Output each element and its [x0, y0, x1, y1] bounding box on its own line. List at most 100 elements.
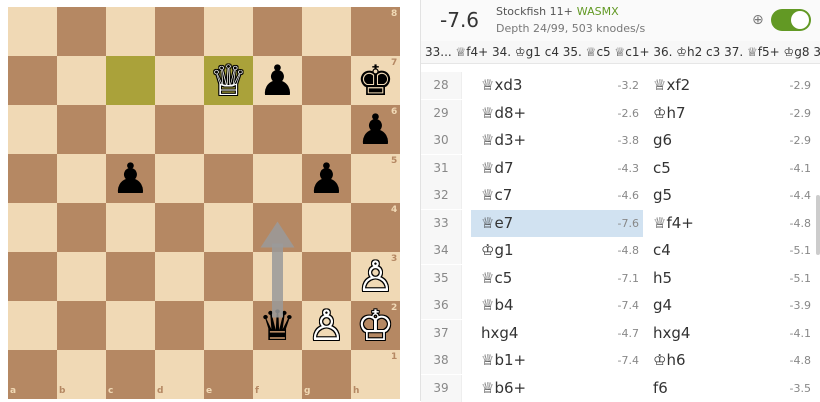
white-move[interactable]: ♕b6+: [471, 375, 643, 402]
black-move[interactable]: ♔h7 -2.9: [643, 100, 815, 127]
move-row: 28 ♕xd3 -3.2 ♕xf2 -2.9: [421, 72, 820, 99]
white-pawn-icon[interactable]: ♙: [351, 252, 400, 301]
white-move[interactable]: ♕e7 -7.6: [471, 209, 643, 237]
square-e8[interactable]: [204, 7, 253, 56]
white-queen-icon[interactable]: ♕: [204, 56, 253, 105]
square-c4[interactable]: [106, 203, 155, 252]
move-number: 34: [421, 237, 462, 264]
move-san: ♕b4: [481, 296, 514, 314]
black-pawn-icon[interactable]: ♟: [302, 154, 351, 203]
square-d4[interactable]: [155, 203, 204, 252]
target-icon[interactable]: ⊕: [752, 12, 764, 28]
black-move[interactable]: c4 -5.1: [643, 237, 815, 264]
black-move[interactable]: g6 -2.9: [643, 127, 815, 154]
square-d6[interactable]: [155, 105, 204, 154]
toggle-knob: [791, 11, 809, 29]
move-eval: -4.8: [789, 354, 811, 367]
white-king-icon[interactable]: ♔: [351, 301, 400, 350]
black-queen-icon[interactable]: ♛: [253, 301, 302, 350]
square-e3[interactable]: [204, 252, 253, 301]
square-a4[interactable]: [8, 203, 57, 252]
black-move[interactable]: hxg4 -4.1: [643, 320, 815, 347]
white-move[interactable]: ♔g1 -4.8: [471, 237, 643, 264]
square-b6[interactable]: [57, 105, 106, 154]
black-move[interactable]: f6 -3.5: [643, 375, 815, 402]
square-a6[interactable]: [8, 105, 57, 154]
black-pawn-icon[interactable]: ♟: [351, 105, 400, 154]
white-pawn-icon[interactable]: ♙: [302, 301, 351, 350]
square-d2[interactable]: [155, 301, 204, 350]
square-b3[interactable]: [57, 252, 106, 301]
square-f1[interactable]: [253, 350, 302, 399]
square-d7[interactable]: [155, 56, 204, 105]
square-b2[interactable]: [57, 301, 106, 350]
square-c7[interactable]: [106, 56, 155, 105]
move-eval: -5.1: [789, 244, 811, 257]
move-row: 33 ♕e7 -7.6 ♕f4+ -4.8: [421, 209, 820, 237]
square-g6[interactable]: [302, 105, 351, 154]
square-g8[interactable]: [302, 7, 351, 56]
square-f8[interactable]: [253, 7, 302, 56]
square-c2[interactable]: [106, 301, 155, 350]
white-move[interactable]: ♕d8+ -2.6: [471, 100, 643, 127]
square-e6[interactable]: [204, 105, 253, 154]
square-b4[interactable]: [57, 203, 106, 252]
white-move[interactable]: ♕c5 -7.1: [471, 265, 643, 292]
square-f5[interactable]: [253, 154, 302, 203]
square-f6[interactable]: [253, 105, 302, 154]
square-c1[interactable]: [106, 350, 155, 399]
square-b8[interactable]: [57, 7, 106, 56]
move-san: hxg4: [653, 323, 691, 342]
square-c8[interactable]: [106, 7, 155, 56]
white-move[interactable]: ♕xd3 -3.2: [471, 72, 643, 99]
white-move[interactable]: ♕b4 -7.4: [471, 292, 643, 319]
white-move[interactable]: hxg4 -4.7: [471, 320, 643, 347]
move-number: 37: [421, 319, 462, 347]
black-move[interactable]: h5 -5.1: [643, 265, 815, 292]
chess-board[interactable]: 8 7 6 5 4 3 2 1 a b c d e f g h ♕ ♟ ♚ ♟ ♟ ♟ ♙ ♛ ♙ ♔: [8, 7, 400, 399]
black-king-icon[interactable]: ♚: [351, 56, 400, 105]
move-eval: -3.5: [789, 381, 811, 395]
white-move[interactable]: ♕d3+ -3.8: [471, 127, 643, 154]
move-eval: -2.6: [617, 106, 639, 120]
black-move[interactable]: g5 -4.4: [643, 182, 815, 209]
square-c6[interactable]: [106, 105, 155, 154]
move-san: f6: [653, 378, 668, 397]
square-a3[interactable]: [8, 252, 57, 301]
file-label: e: [206, 386, 213, 396]
square-f4[interactable]: [253, 203, 302, 252]
black-move[interactable]: c5 -4.1: [643, 155, 815, 182]
square-d8[interactable]: [155, 7, 204, 56]
black-move[interactable]: ♔h6 -4.8: [643, 347, 815, 374]
square-a5[interactable]: [8, 154, 57, 203]
black-move[interactable]: g4 -3.9: [643, 292, 815, 319]
file-label: g: [304, 386, 311, 396]
square-a7[interactable]: [8, 56, 57, 105]
square-b5[interactable]: [57, 154, 106, 203]
square-f3[interactable]: [253, 252, 302, 301]
square-e4[interactable]: [204, 203, 253, 252]
square-d3[interactable]: [155, 252, 204, 301]
square-c3[interactable]: [106, 252, 155, 301]
engine-toggle[interactable]: [771, 9, 811, 31]
square-g4[interactable]: [302, 203, 351, 252]
scrollbar[interactable]: [816, 195, 820, 255]
black-pawn-icon[interactable]: ♟: [253, 56, 302, 105]
square-d5[interactable]: [155, 154, 204, 203]
square-a8[interactable]: [8, 7, 57, 56]
move-number: 35: [421, 264, 462, 292]
square-a2[interactable]: [8, 301, 57, 350]
square-g7[interactable]: [302, 56, 351, 105]
square-g3[interactable]: [302, 252, 351, 301]
white-move[interactable]: ♕b1+ -7.4: [471, 347, 643, 374]
principal-variation[interactable]: 33... ♕f4+ 34. ♔g1 c4 35. ♕c5 ♕c1+ 36. ♔…: [421, 41, 820, 64]
square-e5[interactable]: [204, 154, 253, 203]
black-pawn-icon[interactable]: ♟: [106, 154, 155, 203]
square-e2[interactable]: [204, 301, 253, 350]
black-move[interactable]: ♕f4+ -4.8: [643, 210, 815, 237]
engine-name: Stockfish 11+ WASMX: [496, 5, 619, 18]
black-move[interactable]: ♕xf2 -2.9: [643, 72, 815, 99]
white-move[interactable]: ♕d7 -4.3: [471, 155, 643, 182]
square-b7[interactable]: [57, 56, 106, 105]
white-move[interactable]: ♕c7 -4.6: [471, 182, 643, 209]
